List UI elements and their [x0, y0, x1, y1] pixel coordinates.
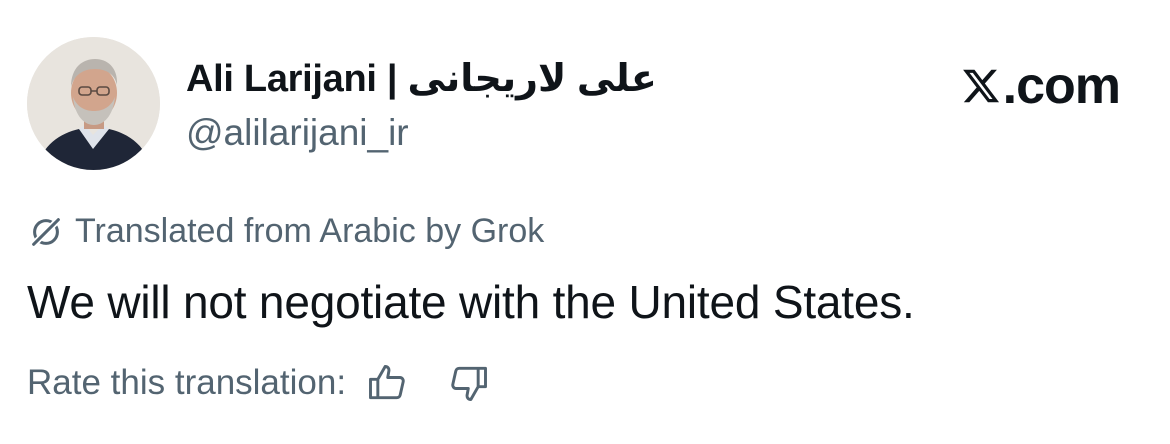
avatar[interactable]: [27, 37, 160, 170]
translation-notice: Translated from Arabic by Grok: [27, 212, 544, 251]
display-name[interactable]: Ali Larijani | علی لاریجانی: [186, 56, 657, 101]
translation-notice-text: Translated from Arabic by Grok: [75, 212, 545, 250]
thumbs-down-icon: [451, 366, 488, 401]
profile-photo-icon: [27, 37, 160, 170]
brand-watermark: .com: [961, 56, 1121, 116]
rate-translation-label: Rate this translation:: [27, 363, 347, 402]
thumbs-up-icon: [369, 365, 405, 400]
user-handle[interactable]: @alilarijani_ir: [186, 112, 409, 154]
rate-translation-row: Rate this translation:: [27, 360, 492, 406]
brand-text: .com: [1002, 57, 1121, 115]
x-logo-icon: [962, 69, 999, 103]
grok-icon: [30, 215, 62, 248]
thumbs-down-button[interactable]: [446, 360, 492, 406]
thumbs-up-button[interactable]: [364, 360, 410, 406]
tweet-card: Ali Larijani | علی لاریجانی @alilarijani…: [0, 0, 1170, 444]
tweet-text: We will not negotiate with the United St…: [27, 276, 915, 328]
